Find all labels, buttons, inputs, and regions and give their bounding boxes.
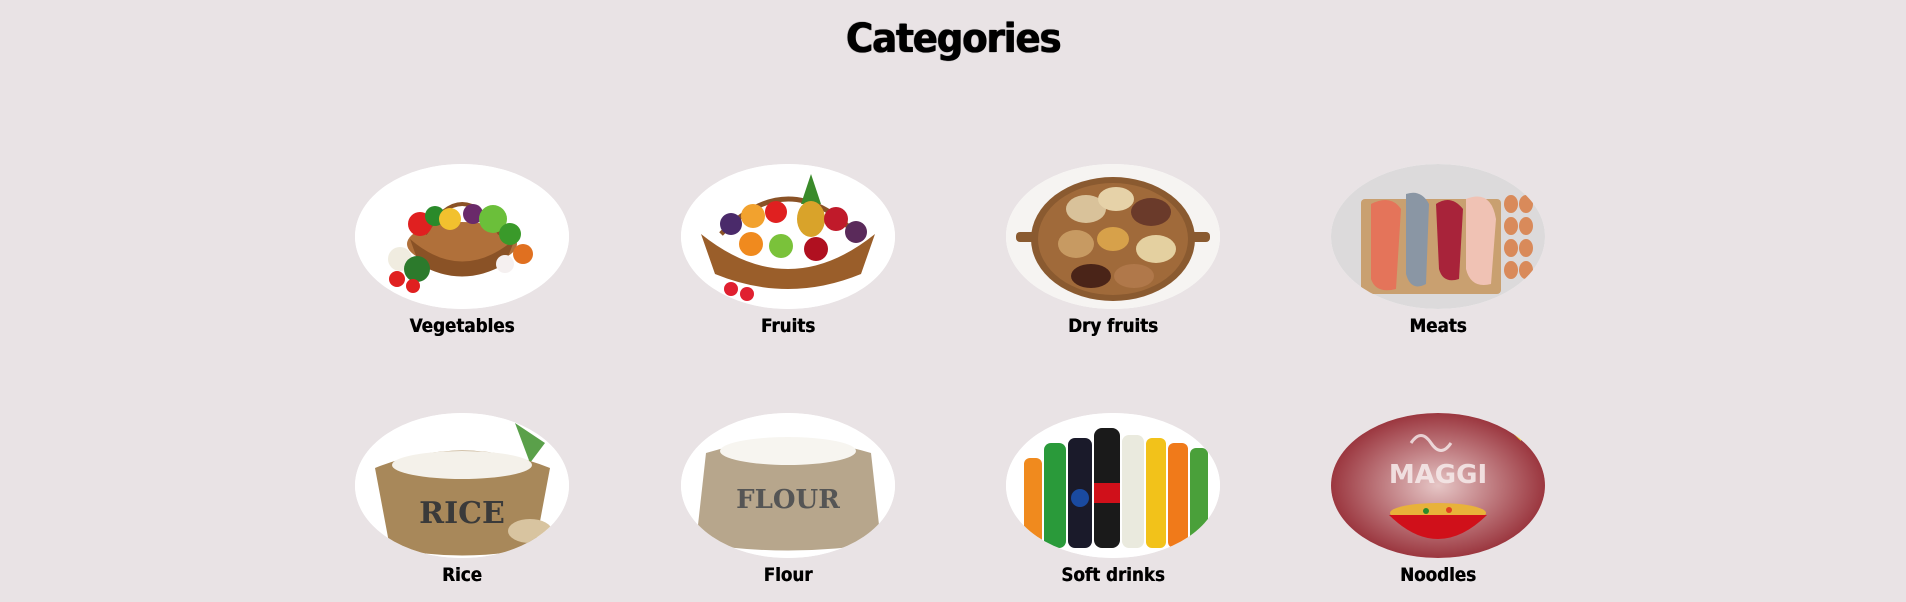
rice-sack-image[interactable]: RICE [355, 413, 569, 558]
category-label[interactable]: Vegetables [368, 315, 556, 337]
vegetable-basket-image[interactable] [355, 164, 569, 309]
category-label[interactable]: Fruits [694, 315, 882, 337]
category-label[interactable]: Soft drinks [1019, 564, 1207, 586]
noodles-bowl-image[interactable]: MAGGI [1331, 413, 1545, 558]
svg-text:FLOUR: FLOUR [736, 485, 840, 515]
page-title: Categories [845, 16, 1061, 62]
category-label[interactable]: Dry fruits [1019, 315, 1207, 337]
flour-sack-image[interactable]: FLOUR [681, 413, 895, 558]
category-card-dry-fruits[interactable]: Dry fruits [1006, 164, 1220, 339]
meats-board-image[interactable] [1331, 164, 1545, 309]
category-label[interactable]: Rice [368, 564, 556, 586]
category-card-fruits[interactable]: Fruits [681, 164, 895, 339]
category-card-soft-drinks[interactable]: Soft drinks [1006, 413, 1220, 588]
category-label[interactable]: Flour [694, 564, 882, 586]
category-card-rice[interactable]: RICE Rice [355, 413, 569, 588]
soft-drink-bottles-image[interactable] [1006, 413, 1220, 558]
category-card-flour[interactable]: FLOUR Flour [681, 413, 895, 588]
svg-text:MAGGI: MAGGI [1389, 460, 1487, 490]
category-label[interactable]: Noodles [1344, 564, 1532, 586]
category-card-meats[interactable]: Meats [1331, 164, 1545, 339]
fruit-basket-image[interactable] [681, 164, 895, 309]
category-card-noodles[interactable]: MAGGI Noodles [1331, 413, 1545, 588]
category-label[interactable]: Meats [1344, 315, 1532, 337]
svg-text:RICE: RICE [419, 496, 505, 531]
category-card-vegetables[interactable]: Vegetables [355, 164, 569, 339]
dry-fruits-tray-image[interactable] [1006, 164, 1220, 309]
